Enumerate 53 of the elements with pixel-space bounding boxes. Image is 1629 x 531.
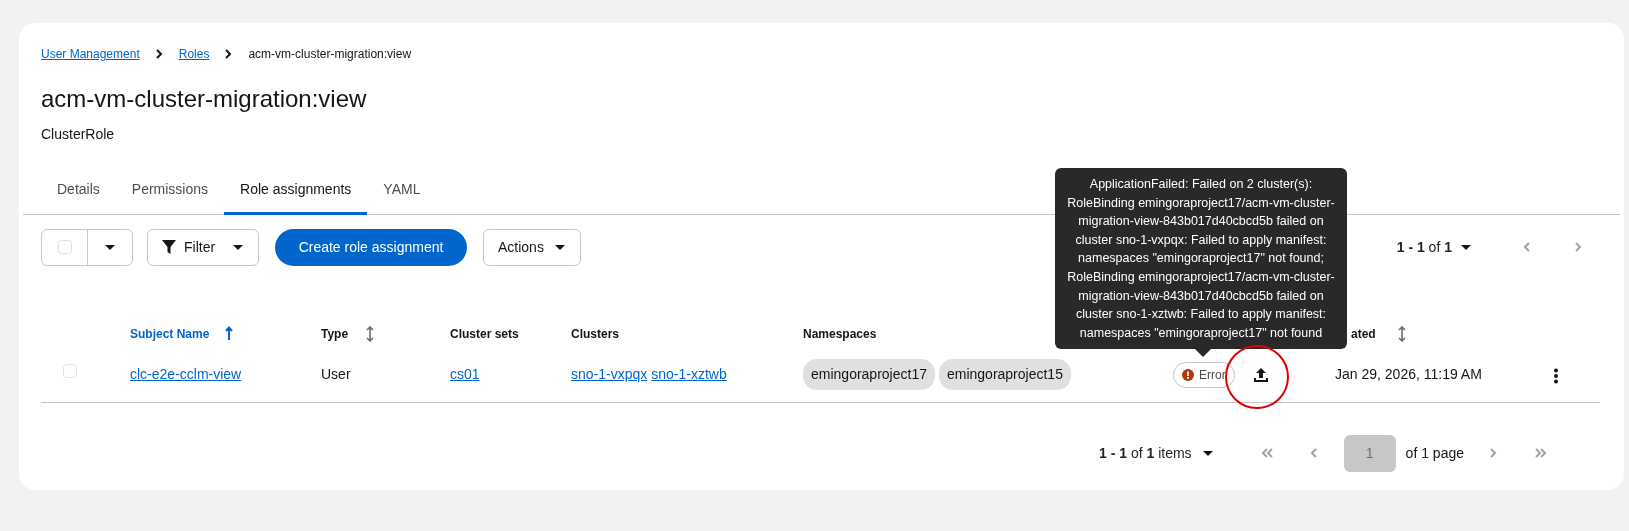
namespace-chip: emingoraproject15: [938, 359, 1071, 391]
tooltip-arrow: [1195, 349, 1211, 358]
column-header: Cluster sets: [450, 325, 519, 343]
column-header: Clusters: [571, 325, 620, 343]
caret-down-icon: [1201, 448, 1214, 458]
pagination-menu-toggle[interactable]: 1 - 1 of 1: [1396, 236, 1472, 258]
double-chevron-right-icon: [1535, 448, 1546, 459]
table-cell: User: [321, 366, 351, 383]
role-kind-text: ClusterRole: [41, 124, 116, 144]
chevron-right-icon: [1575, 242, 1582, 253]
chevron-left-icon: [1524, 242, 1531, 253]
tab[interactable]: Permissions: [115, 166, 225, 215]
chevron-right-icon: [225, 49, 233, 59]
breadcrumb-link[interactable]: User Management: [41, 45, 140, 63]
table-cell: Jan 29, 2026, 11:19 AM: [1335, 366, 1482, 383]
page-title: acm-vm-cluster-migration:view: [41, 85, 368, 114]
actions-button[interactable]: Actions: [483, 228, 581, 266]
cluster-set-link[interactable]: cs01: [450, 366, 480, 383]
tab[interactable]: YAML: [367, 166, 437, 215]
sort-icon[interactable]: [1397, 325, 1406, 342]
chevron-left-icon: [1310, 448, 1318, 459]
upload-icon[interactable]: [1252, 366, 1269, 383]
caret-down-icon: [553, 242, 566, 252]
create-role-assignment-button[interactable]: Create role assignment: [275, 228, 467, 266]
namespace-chip: emingoraproject17: [803, 359, 935, 391]
error-icon: [1182, 368, 1194, 381]
annotation-circle: [1224, 344, 1290, 410]
select-all-checkbox[interactable]: [57, 240, 72, 255]
caret-down-icon: [1460, 242, 1472, 252]
filter-button[interactable]: Filter: [147, 228, 259, 266]
chevron-right-icon: [155, 49, 163, 59]
breadcrumb-link[interactable]: Roles: [178, 45, 210, 63]
column-header: Namespaces: [803, 325, 877, 343]
sort-icon[interactable]: [366, 325, 375, 342]
chevron-right-icon: [1490, 448, 1497, 459]
tab[interactable]: Role assignments: [224, 166, 368, 215]
cluster-link[interactable]: sno-1-xztwb: [651, 366, 727, 383]
caret-down-icon: [232, 242, 244, 252]
subject-link[interactable]: clc-e2e-cclm-view: [130, 366, 242, 383]
tab[interactable]: Details: [41, 166, 116, 215]
caret-down-icon: [104, 242, 116, 252]
column-header-sort[interactable]: ated: [1351, 324, 1376, 343]
column-header-sort[interactable]: Subject Name: [130, 324, 210, 343]
sort-ascending-icon[interactable]: [225, 325, 234, 342]
row-checkbox[interactable]: [63, 364, 77, 379]
filter-icon: [162, 240, 176, 255]
page-count-text: of 1 page: [1405, 443, 1464, 463]
tooltip: ApplicationFailed: Failed on 2 cluster(s): RoleBinding emingoraproject17/acm-vm-cluster-migration-view-843b017d40cbcd5b failed on cluster sno-1-vxpqx: Failed to apply manifest: namespaces "emingoraproject17" not found; RoleBinding emingoraproject17/acm-vm-cluster-migration-view-843b017d40cbcd5b failed on cluster sno-1-xztwb: Failed to apply manifest: namespaces "emingoraproject17" not found: [1055, 168, 1347, 350]
column-header-sort[interactable]: Type: [321, 324, 349, 343]
pagination-menu-toggle[interactable]: 1 - 1 of 1 items: [1099, 442, 1214, 464]
breadcrumb-current: acm-vm-cluster-migration:view: [248, 46, 412, 63]
double-chevron-left-icon: [1261, 448, 1273, 459]
cluster-link[interactable]: sno-1-vxpqx: [571, 366, 648, 383]
